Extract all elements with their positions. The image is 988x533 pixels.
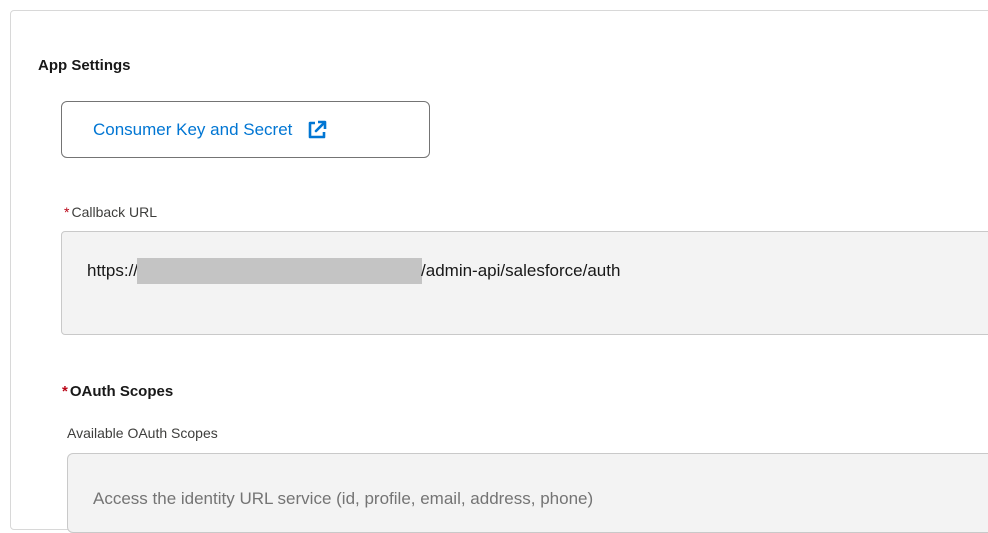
consumer-key-and-secret-button[interactable]: Consumer Key and Secret [61,101,430,158]
redacted-block [137,258,423,284]
callback-url-value: https:// /admin-api/salesforce/auth [87,258,620,284]
callback-url-prefix: https:// [87,261,139,280]
external-link-icon [306,119,328,141]
oauth-scopes-title-text: OAuth Scopes [69,383,174,400]
callback-url-suffix: /admin-api/salesforce/auth [421,261,621,280]
consumer-key-button-label: Consumer Key and Secret [93,119,293,139]
oauth-scopes-title: * OAuth Scopes [62,383,173,400]
section-title-app-settings: App Settings [38,57,131,74]
available-oauth-scopes-list[interactable]: Access the identity URL service (id, pro… [67,453,988,533]
callback-url-label-text: Callback URL [71,204,158,220]
required-marker: * [62,383,68,400]
callback-url-label: * Callback URL [64,204,157,220]
callback-url-field[interactable]: https:// /admin-api/salesforce/auth [61,231,988,335]
scope-list-item[interactable]: Access the identity URL service (id, pro… [93,489,593,509]
required-marker: * [64,204,70,220]
available-oauth-scopes-label: Available OAuth Scopes [67,425,218,441]
